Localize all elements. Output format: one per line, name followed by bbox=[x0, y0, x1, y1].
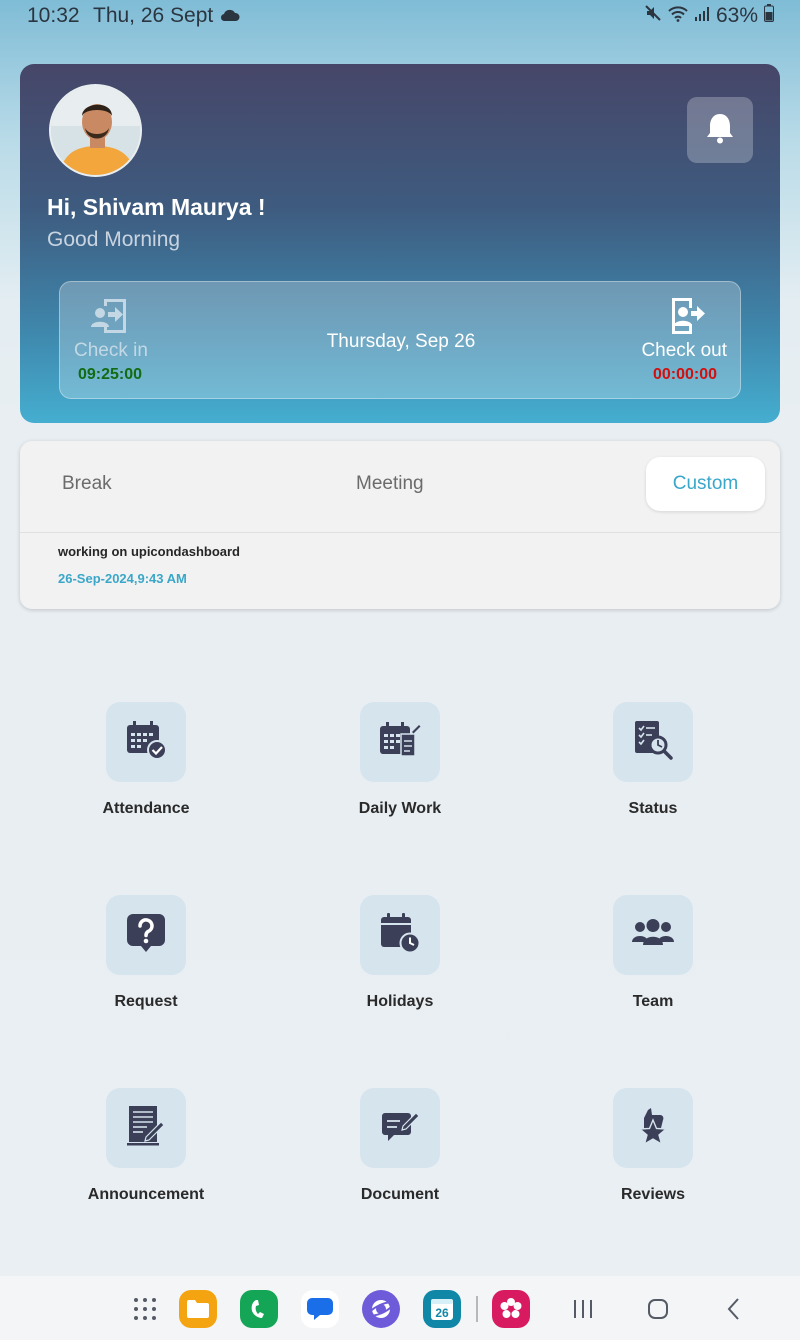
tab-meeting[interactable]: Meeting bbox=[356, 457, 424, 511]
current-date: Thursday, Sep 26 bbox=[326, 331, 476, 352]
battery-level: 63% bbox=[715, 4, 758, 27]
menu-label-holidays: Holidays bbox=[366, 993, 434, 1010]
wifi-icon bbox=[668, 4, 688, 28]
menu-label-status: Status bbox=[628, 800, 678, 817]
signal-icon bbox=[694, 4, 710, 28]
battery-icon bbox=[764, 4, 774, 28]
question-bubble-icon bbox=[125, 912, 167, 959]
tab-break[interactable]: Break bbox=[62, 457, 112, 511]
calendar-clock-icon bbox=[379, 912, 421, 959]
status-time: 10:32 bbox=[27, 4, 80, 27]
cloud-icon bbox=[220, 8, 240, 27]
menu-label-reviews: Reviews bbox=[620, 1186, 686, 1203]
status-bar: 10:32 Thu, 26 Sept 63% bbox=[0, 0, 800, 34]
calendar-check-icon bbox=[125, 720, 167, 765]
notification-button[interactable] bbox=[687, 97, 753, 163]
home-icon[interactable] bbox=[639, 1290, 677, 1328]
header-card: Hi, Shivam Maurya ! Good Morning Check i… bbox=[20, 64, 780, 423]
divider bbox=[20, 532, 780, 533]
menu-label-document: Document bbox=[360, 1186, 440, 1203]
tab-custom[interactable]: Custom bbox=[646, 457, 765, 511]
message-edit-icon bbox=[380, 1107, 420, 1150]
check-out-time: 00:00:00 bbox=[652, 366, 717, 383]
menu-attendance[interactable]: Attendance bbox=[46, 702, 246, 832]
dock-divider bbox=[476, 1296, 478, 1322]
menu-document[interactable]: Document bbox=[300, 1088, 500, 1218]
menu-holidays[interactable]: Holidays bbox=[300, 895, 500, 1025]
calendar-day: 26 bbox=[435, 1306, 449, 1320]
menu-label-attendance: Attendance bbox=[102, 800, 190, 817]
greeting-subtitle: Good Morning bbox=[47, 228, 181, 251]
document-pen-icon bbox=[125, 1104, 167, 1153]
attendance-panel: Check in 09:25:00 Thursday, Sep 26 Check… bbox=[59, 281, 741, 399]
activity-timestamp: 26-Sep-2024,9:43 AM bbox=[58, 571, 187, 586]
app-drawer-icon[interactable] bbox=[126, 1290, 164, 1328]
report-search-icon bbox=[632, 719, 674, 766]
calendar-app-icon[interactable]: 26 bbox=[423, 1290, 461, 1328]
bell-icon bbox=[705, 112, 735, 149]
activity-note: working on upicondashboard bbox=[58, 544, 240, 559]
menu-label-announcement: Announcement bbox=[87, 1186, 205, 1203]
files-app-icon[interactable] bbox=[179, 1290, 217, 1328]
check-out-label: Check out bbox=[641, 340, 727, 361]
menu-label-request: Request bbox=[114, 993, 178, 1010]
recents-icon[interactable] bbox=[564, 1290, 602, 1328]
check-out-icon[interactable] bbox=[666, 296, 706, 341]
star-thumb-icon bbox=[636, 1106, 670, 1151]
internet-app-icon[interactable] bbox=[362, 1290, 400, 1328]
menu-label-team: Team bbox=[632, 993, 674, 1010]
mute-icon bbox=[644, 4, 662, 28]
menu-request[interactable]: Request bbox=[46, 895, 246, 1025]
menu-daily-work[interactable]: Daily Work bbox=[300, 702, 500, 832]
team-icon bbox=[632, 918, 674, 953]
messages-app-icon[interactable] bbox=[301, 1290, 339, 1328]
check-in-time: 09:25:00 bbox=[78, 366, 143, 383]
calendar-edit-icon bbox=[379, 720, 421, 765]
menu-team[interactable]: Team bbox=[553, 895, 753, 1025]
status-date: Thu, 26 Sept bbox=[93, 4, 214, 27]
gallery-app-icon[interactable] bbox=[492, 1290, 530, 1328]
menu-label-daily-work: Daily Work bbox=[358, 800, 442, 817]
menu-status[interactable]: Status bbox=[553, 702, 753, 832]
activity-card: Break Meeting Custom working on upiconda… bbox=[20, 441, 780, 609]
back-icon[interactable] bbox=[715, 1290, 753, 1328]
greeting-name: Hi, Shivam Maurya ! bbox=[47, 194, 266, 220]
navigation-bar: 26 bbox=[0, 1276, 800, 1340]
menu-reviews[interactable]: Reviews bbox=[553, 1088, 753, 1218]
avatar[interactable] bbox=[49, 84, 142, 177]
menu-announcement[interactable]: Announcement bbox=[46, 1088, 246, 1218]
phone-app-icon[interactable] bbox=[240, 1290, 278, 1328]
